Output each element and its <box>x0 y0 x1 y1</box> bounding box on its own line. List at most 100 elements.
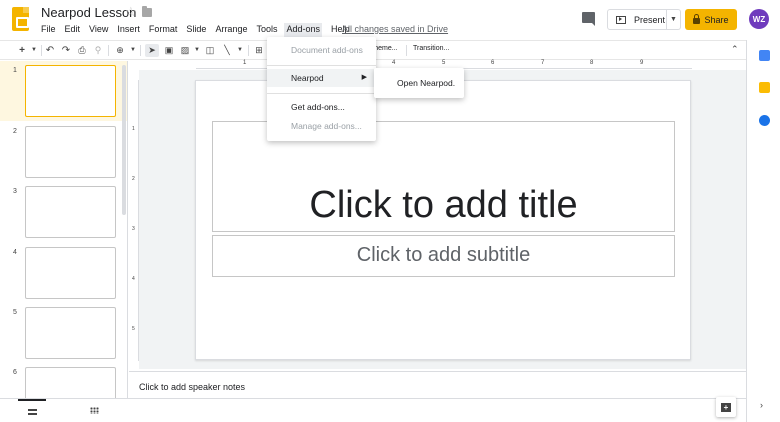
tasks-icon[interactable] <box>759 115 770 126</box>
menu-item-nearpod-label: Nearpod <box>291 73 324 83</box>
menu-arrange[interactable]: Arrange <box>215 23 247 37</box>
ruler-tick-label: 3 <box>132 226 135 232</box>
speaker-notes[interactable]: Click to add speaker notes <box>129 371 746 398</box>
chevron-down-icon: ▼ <box>670 16 677 23</box>
image-icon[interactable]: ▨ <box>178 44 192 57</box>
ruler-tick-label: 4 <box>392 60 396 66</box>
calendar-icon[interactable] <box>759 50 770 61</box>
present-dropdown-button[interactable]: ▼ <box>667 9 681 30</box>
filmstrip-slide[interactable]: 4 <box>0 243 127 303</box>
transition-button[interactable]: Transition... <box>413 45 449 52</box>
print-icon[interactable]: ⎙ <box>76 44 88 57</box>
submenu-arrow-icon: ▶ <box>361 74 367 81</box>
slide-number: 5 <box>13 309 17 316</box>
filmstrip-slide[interactable]: 1 <box>0 61 127 121</box>
redo-icon[interactable]: ↷ <box>60 44 72 57</box>
menu-item-open-nearpod[interactable]: Open Nearpod. <box>374 74 464 92</box>
title-placeholder: Click to add title <box>309 184 578 226</box>
menu-separator <box>267 65 376 66</box>
select-cursor-icon[interactable]: ➤ <box>145 44 159 57</box>
ruler-tick-label: 9 <box>640 60 644 66</box>
undo-icon[interactable]: ↶ <box>44 44 56 57</box>
folder-icon[interactable] <box>142 6 152 17</box>
menu-item-manage-addons: Manage add-ons... <box>291 121 362 131</box>
image-dropdown-icon[interactable]: ▼ <box>193 44 201 57</box>
subtitle-placeholder: Click to add subtitle <box>356 244 531 266</box>
menu-item-get-addons[interactable]: Get add-ons... <box>267 98 376 116</box>
saved-status-link[interactable]: All changes saved in Drive <box>342 24 448 34</box>
ruler-tick-label: 7 <box>541 60 545 66</box>
menu-file[interactable]: File <box>41 23 56 37</box>
plus-box-icon: + <box>721 402 731 412</box>
new-slide-icon[interactable]: + <box>17 44 27 57</box>
ruler-tick-label: 6 <box>491 60 495 66</box>
menu-slide[interactable]: Slide <box>186 23 206 37</box>
bottom-bar <box>0 398 746 422</box>
slide-thumbnail[interactable] <box>25 307 116 359</box>
insert-comment-icon[interactable]: ⊞ <box>253 44 265 57</box>
avatar[interactable]: WZ <box>749 9 769 29</box>
menu-format[interactable]: Format <box>149 23 178 37</box>
paint-format-icon[interactable]: ⚲ <box>92 44 104 57</box>
menu-view[interactable]: View <box>89 23 108 37</box>
nearpod-submenu: Open Nearpod. <box>374 68 464 98</box>
slide-thumbnail[interactable] <box>25 247 116 299</box>
slide-thumbnail[interactable] <box>25 186 116 238</box>
filmstrip-scrollbar[interactable] <box>122 65 126 215</box>
header: Nearpod Lesson ☆ File Edit View Insert F… <box>0 0 780 40</box>
keep-icon[interactable] <box>759 82 770 93</box>
share-label: Share <box>704 14 729 25</box>
zoom-icon[interactable]: ⊕ <box>113 44 127 57</box>
chevron-up-icon[interactable]: ⌃ <box>731 44 739 55</box>
side-panel: › <box>746 40 780 422</box>
grid-view-icon[interactable] <box>90 407 99 414</box>
slide-number: 1 <box>13 67 17 74</box>
shape-icon[interactable]: ◫ <box>204 44 216 57</box>
menu-edit[interactable]: Edit <box>65 23 81 37</box>
ruler-tick-label: 1 <box>132 126 135 132</box>
explore-button[interactable]: + <box>716 397 736 417</box>
list-view-icon <box>28 409 37 415</box>
ruler-tick-label: 5 <box>442 60 446 66</box>
menu-separator <box>267 93 376 94</box>
toolbar-divider <box>41 45 42 56</box>
new-slide-dropdown-icon[interactable]: ▼ <box>30 44 38 57</box>
slide-number: 4 <box>13 249 17 256</box>
line-icon[interactable]: ╲ <box>220 44 234 57</box>
line-dropdown-icon[interactable]: ▼ <box>236 44 244 57</box>
menu-addons[interactable]: Add-ons <box>284 23 323 37</box>
share-button[interactable]: Share <box>685 9 737 30</box>
slides-logo-icon[interactable] <box>12 7 29 31</box>
lock-icon <box>693 13 701 24</box>
filmstrip-slide[interactable]: 3 <box>0 182 127 242</box>
ruler-tick-label: 4 <box>132 276 135 282</box>
comment-history-icon[interactable] <box>582 12 595 26</box>
text-box-icon[interactable]: ▣ <box>163 44 175 57</box>
ruler-tick-label: 1 <box>243 60 247 66</box>
menu-tools[interactable]: Tools <box>256 23 277 37</box>
document-title[interactable]: Nearpod Lesson <box>41 5 136 20</box>
menu-insert[interactable]: Insert <box>117 23 140 37</box>
ruler-tick-label: 8 <box>590 60 594 66</box>
filmstrip-view-button[interactable] <box>18 399 46 422</box>
slide-thumbnail[interactable] <box>25 65 116 117</box>
menu-item-nearpod[interactable]: Nearpod ▶ <box>267 69 376 87</box>
filmstrip-slide[interactable]: 6 <box>0 363 127 398</box>
addons-menu: Document add-ons Nearpod ▶ Get add-ons..… <box>267 37 376 141</box>
ruler-tick-label: 2 <box>132 176 135 182</box>
slide-thumbnail[interactable] <box>25 126 116 178</box>
star-icon[interactable]: ☆ <box>125 4 137 20</box>
menu-item-document-addons: Document add-ons <box>291 45 363 55</box>
zoom-dropdown-icon[interactable]: ▼ <box>129 44 137 57</box>
chevron-right-icon[interactable]: › <box>760 400 763 410</box>
filmstrip-slide[interactable]: 5 <box>0 303 127 363</box>
toolbar-divider <box>140 45 141 56</box>
subtitle-placeholder-box[interactable]: Click to add subtitle <box>212 235 675 277</box>
present-button[interactable]: Present <box>607 9 667 30</box>
present-icon <box>616 15 626 24</box>
menubar: File Edit View Insert Format Slide Arran… <box>41 23 359 37</box>
filmstrip-slide[interactable]: 2 <box>0 122 127 182</box>
slide-thumbnail[interactable] <box>25 367 116 398</box>
toolbar-divider <box>248 45 249 56</box>
present-label: Present <box>634 14 666 25</box>
